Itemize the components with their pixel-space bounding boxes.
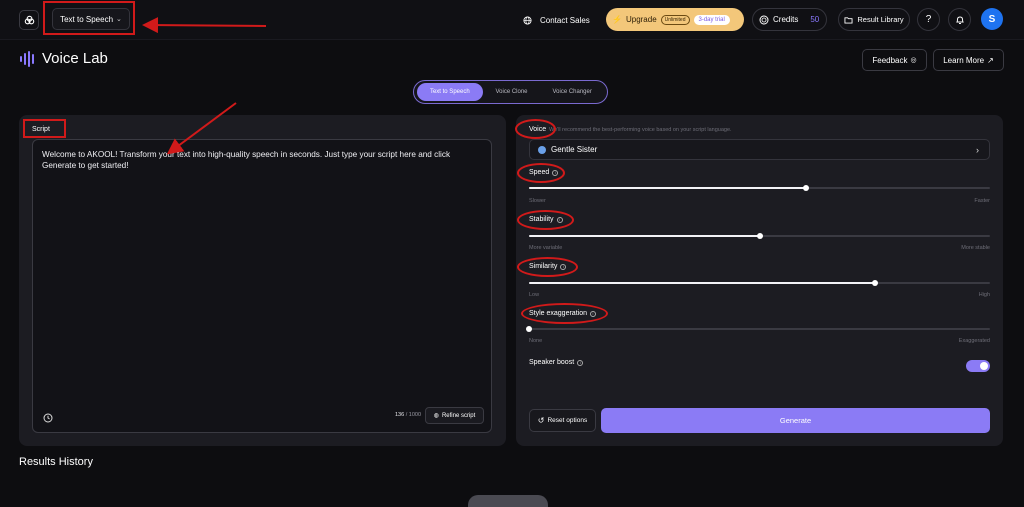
reset-options-label: Reset options [547, 417, 588, 424]
stability-min-label: More variable [529, 245, 563, 251]
annotation-ellipse-stability [517, 210, 574, 230]
credits-label: Credits [773, 15, 799, 24]
style-max-label: Exaggerated [958, 338, 990, 344]
script-text[interactable]: Welcome to AKOOL! Transform your text in… [42, 149, 484, 171]
sparkle-icon: ◍ [433, 413, 439, 419]
bell-icon [955, 15, 964, 24]
result-library-button[interactable]: Result Library [838, 8, 910, 31]
coin-icon [759, 15, 769, 24]
similarity-slider[interactable] [529, 280, 990, 286]
speaker-boost-label: Speaker boost i [529, 359, 584, 366]
tab-voice-changer[interactable]: Voice Changer [540, 83, 604, 101]
character-count: 136 / 1000 [395, 412, 421, 418]
globe-icon [523, 15, 532, 25]
info-icon[interactable]: i [577, 359, 584, 366]
annotation-ellipse-voice [515, 119, 556, 139]
voice-settings-panel [516, 115, 1003, 446]
avatar[interactable]: S [981, 8, 1003, 30]
page-title: Voice Lab [20, 50, 108, 67]
waveform-icon [20, 50, 34, 67]
learn-more-label: Learn More [943, 55, 985, 65]
annotation-ellipse-speed [517, 163, 565, 183]
feedback-label: Feedback [872, 55, 908, 65]
style-exaggeration-slider[interactable] [526, 326, 990, 332]
refine-script-label: Refine script [441, 412, 476, 419]
result-library-label: Result Library [857, 15, 904, 24]
annotation-box-script [23, 119, 66, 138]
stability-max-label: More stable [961, 245, 990, 251]
help-icon: ? [925, 14, 932, 25]
speaker-boost-label-text: Speaker boost [529, 359, 575, 366]
feedback-button[interactable]: Feedback ◎ [862, 49, 927, 71]
credits-button[interactable]: Credits 50 [752, 8, 827, 31]
trial-badge: 3-day trial [693, 14, 730, 25]
avatar-initial: S [988, 13, 996, 25]
tab-voice-clone[interactable]: Voice Clone [483, 83, 541, 101]
voice-hint: We'll recommend the best-performing voic… [549, 127, 732, 133]
tab-text-to-speech[interactable]: Text to Speech [417, 83, 483, 101]
reset-options-button[interactable]: ↺ Reset options [529, 409, 596, 432]
character-count-value: 136 [395, 412, 405, 418]
voice-selected-name: Gentle Sister [551, 145, 598, 154]
external-link-icon: ↗ [987, 55, 994, 65]
app-logo-icon[interactable] [19, 10, 39, 30]
contact-sales-label: Contact Sales [540, 15, 590, 25]
speed-slider[interactable] [529, 185, 990, 191]
voice-selector[interactable]: Gentle Sister › [529, 139, 990, 160]
page-title-text: Voice Lab [42, 50, 108, 67]
speaker-boost-toggle[interactable] [966, 360, 990, 372]
folder-icon [844, 16, 853, 24]
notifications-button[interactable] [948, 8, 971, 31]
upgrade-button[interactable]: ⚡ Upgrade Unlimited 3-day trial [606, 8, 744, 31]
stability-slider[interactable] [529, 233, 990, 239]
results-history-title: Results History [19, 456, 93, 468]
unlimited-badge: Unlimited [660, 14, 690, 25]
reset-icon: ↺ [537, 416, 545, 425]
annotation-ellipse-style [521, 303, 608, 324]
voice-avatar-icon [538, 145, 546, 154]
annotation-ellipse-similarity [517, 257, 578, 277]
credits-value: 50 [810, 15, 820, 24]
script-textarea[interactable] [32, 139, 492, 433]
contact-sales-link[interactable]: Contact Sales [523, 12, 590, 28]
chevron-right-icon: › [976, 144, 979, 155]
style-min-label: None [529, 338, 543, 344]
character-count-max: / 1000 [405, 412, 422, 418]
upgrade-label: Upgrade [625, 15, 657, 24]
feedback-icon: ◎ [910, 57, 917, 64]
help-button[interactable]: ? [917, 8, 940, 31]
speed-min-label: Slower [529, 198, 546, 204]
mode-tabs: Text to Speech Voice Clone Voice Changer [413, 80, 608, 104]
lightning-icon: ⚡ [612, 15, 622, 24]
history-clock-icon[interactable] [43, 410, 53, 428]
speed-max-label: Faster [974, 198, 990, 204]
history-empty-illustration [468, 495, 548, 507]
refine-script-button[interactable]: ◍ Refine script [425, 407, 484, 424]
similarity-min-label: Low [529, 292, 540, 298]
generate-button[interactable]: Generate [601, 408, 990, 433]
similarity-max-label: High [978, 292, 990, 298]
learn-more-button[interactable]: Learn More ↗ [933, 49, 1004, 71]
annotation-box-mode [43, 1, 135, 35]
top-bar: Text to Speech ⌄ Contact Sales ⚡ Upgrade… [0, 0, 1024, 40]
